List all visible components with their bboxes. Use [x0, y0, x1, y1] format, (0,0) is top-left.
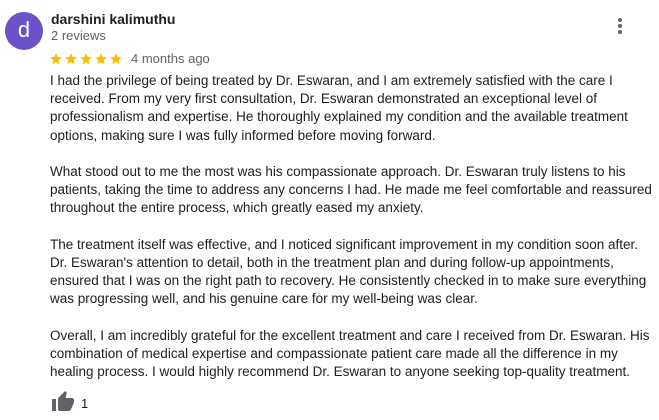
star-rating — [49, 52, 123, 66]
review-actions: 1 — [50, 390, 88, 414]
review-paragraph: Overall, I am incredibly grateful for th… — [50, 327, 650, 380]
review-paragraph: The treatment itself was effective, and … — [50, 236, 647, 307]
star-icon — [94, 52, 108, 66]
more-options-button[interactable] — [608, 14, 632, 38]
more-vert-icon — [618, 18, 622, 34]
review-date: 4 months ago — [131, 51, 210, 66]
reviewer-review-count: 2 reviews — [51, 28, 106, 43]
like-button[interactable] — [50, 390, 76, 414]
review-card: d darshini kalimuthu 2 reviews 4 months … — [0, 0, 659, 420]
rating-row: 4 months ago — [49, 50, 210, 68]
reviewer-name[interactable]: darshini kalimuthu — [51, 10, 175, 28]
star-icon — [49, 52, 63, 66]
review-paragraph: What stood out to me the most was his co… — [50, 164, 652, 216]
star-icon — [79, 52, 93, 66]
star-icon — [109, 52, 123, 66]
star-icon — [64, 52, 78, 66]
review-paragraph: I had the privilege of being treated by … — [50, 73, 628, 143]
like-count: 1 — [81, 395, 89, 411]
review-text: I had the privilege of being treated by … — [50, 72, 655, 400]
thumbs-up-icon — [52, 391, 74, 411]
avatar[interactable]: d — [5, 12, 43, 50]
